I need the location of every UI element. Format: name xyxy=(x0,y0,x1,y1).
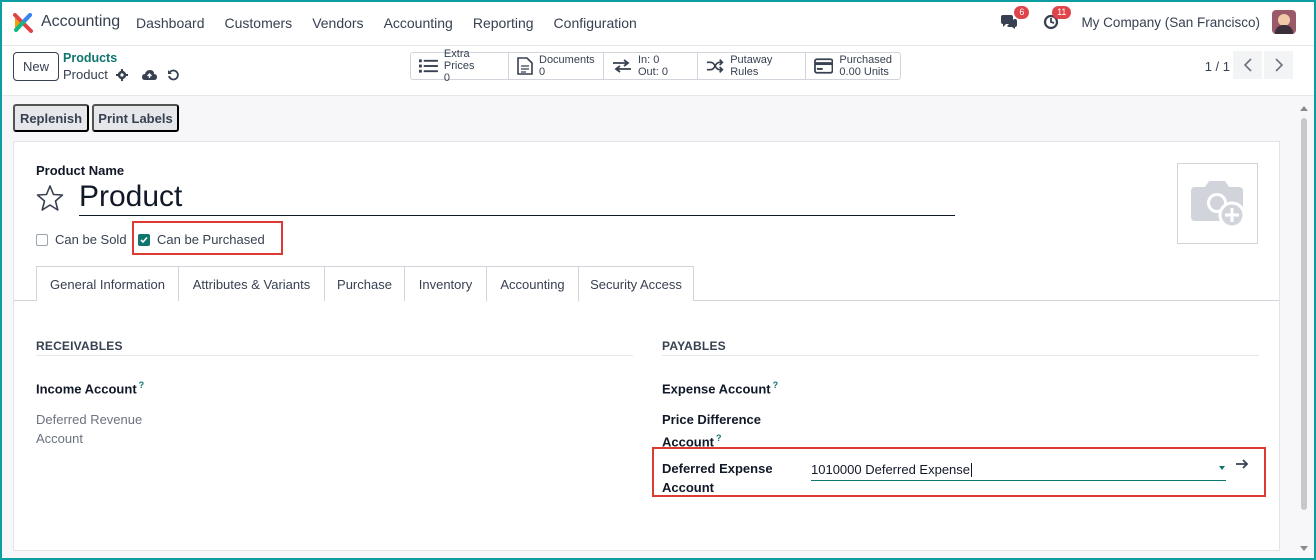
chevron-left-icon xyxy=(1243,58,1252,72)
expense-account-label: Expense Account? xyxy=(662,380,779,397)
scroll-down-arrow[interactable] xyxy=(1300,546,1308,551)
extra-prices-button[interactable]: Extra Prices 0 xyxy=(411,48,509,84)
company-switcher[interactable]: My Company (San Francisco) xyxy=(1081,15,1260,30)
new-button[interactable]: New xyxy=(13,52,59,81)
notebook-tabs: General Information Attributes & Variant… xyxy=(14,266,1279,302)
product-name-label: Product Name xyxy=(36,163,125,178)
highlight-can-be-purchased xyxy=(132,221,283,255)
tab-purchase[interactable]: Purchase xyxy=(324,266,405,301)
scrollbar-thumb[interactable] xyxy=(1301,118,1307,510)
can-be-sold-checkbox[interactable] xyxy=(36,233,48,246)
income-account-label: Income Account? xyxy=(36,380,145,397)
receivables-divider xyxy=(36,355,633,356)
breadcrumb-products[interactable]: Products xyxy=(63,51,117,65)
pager-next-button[interactable] xyxy=(1264,51,1293,79)
form-content: Replenish Print Labels Product Name Prod… xyxy=(0,96,1316,560)
app-name[interactable]: Accounting xyxy=(41,13,120,31)
systray: 6 11 My Company (San Francisco) xyxy=(997,6,1296,34)
menu-customers[interactable]: Customers xyxy=(225,15,293,31)
can-be-sold-row[interactable]: Can be Sold xyxy=(36,232,127,247)
discard-undo-icon[interactable] xyxy=(167,69,179,81)
help-icon[interactable]: ? xyxy=(716,433,722,443)
receivables-heading: RECEIVABLES xyxy=(36,339,123,353)
shuffle-icon xyxy=(706,59,724,73)
tab-general-information[interactable]: General Information xyxy=(36,266,179,301)
tab-security-access[interactable]: Security Access xyxy=(578,266,694,301)
user-avatar[interactable] xyxy=(1272,10,1296,34)
price-difference-label: Price Difference Account? xyxy=(662,412,761,450)
document-icon xyxy=(517,57,533,75)
payables-divider xyxy=(662,355,1259,356)
in-out-button[interactable]: In: 0 Out: 0 xyxy=(604,53,698,79)
extra-prices-value: 0 xyxy=(443,72,451,84)
activities-badge: 11 xyxy=(1052,6,1072,19)
purchased-label: Purchased xyxy=(839,54,892,66)
documents-button[interactable]: Documents 0 xyxy=(509,53,604,79)
transfer-arrows-icon xyxy=(613,59,631,73)
menu-configuration[interactable]: Configuration xyxy=(554,15,637,31)
help-icon[interactable]: ? xyxy=(773,380,779,390)
credit-card-icon xyxy=(814,58,834,74)
purchased-value: 0.00 Units xyxy=(839,66,889,78)
gear-icon[interactable] xyxy=(115,68,128,81)
purchased-button[interactable]: Purchased 0.00 Units xyxy=(806,53,900,79)
camera-add-icon xyxy=(1190,180,1245,228)
star-icon[interactable] xyxy=(36,184,64,212)
accounting-app-icon[interactable] xyxy=(13,13,33,33)
putaway-rules-label: Putaway Rules xyxy=(730,54,773,78)
deferred-revenue-label: Deferred Revenue Account xyxy=(36,412,143,446)
messages-button[interactable]: 6 xyxy=(997,6,1030,34)
documents-value: 0 xyxy=(539,66,546,78)
extra-prices-label: Extra Prices xyxy=(443,48,475,72)
help-icon[interactable]: ? xyxy=(139,380,145,390)
tab-inventory[interactable]: Inventory xyxy=(404,266,487,301)
menu-accounting[interactable]: Accounting xyxy=(384,15,453,31)
payables-heading: PAYABLES xyxy=(662,339,726,353)
can-be-sold-label: Can be Sold xyxy=(55,232,127,247)
chevron-right-icon xyxy=(1274,58,1283,72)
scroll-up-arrow[interactable] xyxy=(1300,106,1308,111)
product-image-upload[interactable] xyxy=(1177,163,1258,244)
tab-accounting[interactable]: Accounting xyxy=(486,266,579,302)
pager-value[interactable]: 1 / 1 xyxy=(1205,59,1230,74)
in-label: In: 0 xyxy=(638,54,660,66)
pager-previous-button[interactable] xyxy=(1233,51,1262,79)
activities-button[interactable]: 11 xyxy=(1039,6,1072,34)
print-labels-button[interactable]: Print Labels xyxy=(92,104,179,132)
list-icon xyxy=(419,59,438,73)
replenish-button[interactable]: Replenish xyxy=(13,104,89,132)
messages-badge: 6 xyxy=(1014,6,1030,19)
record-title-line: Product xyxy=(63,67,179,82)
product-name-input[interactable]: Product xyxy=(79,180,955,216)
top-navbar: Accounting Dashboard Customers Vendors A… xyxy=(0,0,1316,46)
control-panel: New Products Product Extra Prices 0 Docum… xyxy=(0,46,1316,96)
main-menu: Dashboard Customers Vendors Accounting R… xyxy=(136,15,657,31)
documents-label: Documents xyxy=(539,54,595,66)
menu-vendors[interactable]: Vendors xyxy=(312,15,363,31)
out-label: Out: 0 xyxy=(638,66,668,78)
form-sheet: Product Name Product Can be Sold Can be … xyxy=(13,141,1280,551)
tab-attributes-variants[interactable]: Attributes & Variants xyxy=(178,266,325,301)
cloud-upload-icon[interactable] xyxy=(141,69,157,81)
pager-buttons xyxy=(1231,51,1293,79)
menu-reporting[interactable]: Reporting xyxy=(473,15,534,31)
smart-buttons: Extra Prices 0 Documents 0 In: 0 Out: 0 Put… xyxy=(410,48,901,84)
putaway-rules-button[interactable]: Putaway Rules xyxy=(698,53,806,79)
highlight-deferred-expense xyxy=(652,447,1266,497)
menu-dashboard[interactable]: Dashboard xyxy=(136,15,205,31)
record-name: Product xyxy=(63,67,108,82)
